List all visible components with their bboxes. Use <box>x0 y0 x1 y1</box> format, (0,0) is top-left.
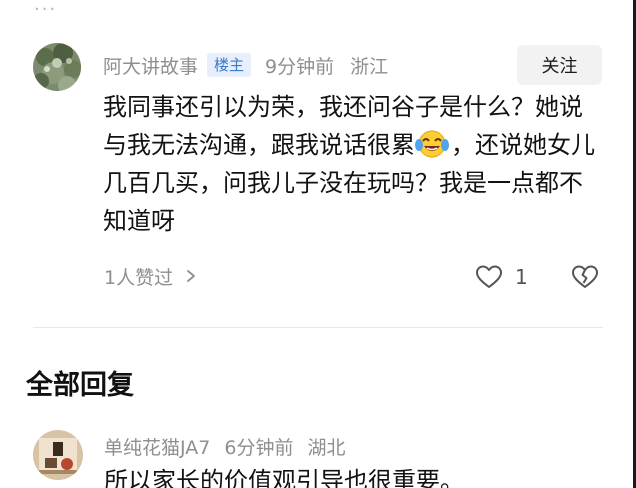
reply-location: 湖北 <box>307 436 346 459</box>
op-badge: 楼主 <box>207 53 252 77</box>
replies-section-title: 全部回复 <box>26 370 134 401</box>
reply-meta: 单纯花猫JA7 6分钟前 湖北 <box>104 432 359 460</box>
follow-button[interactable]: 关注 <box>517 45 602 85</box>
reply-username[interactable]: 单纯花猫JA7 <box>104 433 210 460</box>
username[interactable]: 阿大讲故事 <box>103 52 198 79</box>
like-button[interactable]: 1 <box>475 262 528 292</box>
likes-count-text: 1人赞过 <box>104 266 174 289</box>
reply-time: 6分钟前 <box>224 436 294 459</box>
broken-heart-icon[interactable] <box>571 264 599 290</box>
heart-icon <box>476 265 502 288</box>
comment-meta: 阿大讲故事 楼主 9分钟前 浙江 <box>103 51 388 79</box>
like-count: 1 <box>515 265 528 289</box>
reply-text: 所以家长的价值观引导也很重要。 <box>104 467 464 488</box>
comment-time: 9分钟前 <box>265 55 335 78</box>
likes-summary[interactable]: 1人赞过 <box>104 262 197 290</box>
avatar[interactable] <box>33 43 81 91</box>
comment-location: 浙江 <box>350 55 389 78</box>
reply-avatar[interactable] <box>33 430 83 480</box>
comment-text: 我同事还引以为荣，我还问谷子是什么？她说与我无法沟通，跟我说话很累 ，还说她女儿… <box>103 88 595 240</box>
divider <box>33 327 603 328</box>
comment-thread-page: ... 阿大讲故事 楼主 9分钟前 浙江 关注 我同事还引以为荣，我还问谷子是什… <box>0 0 636 488</box>
avatar-plant-image <box>33 43 81 91</box>
reply-avatar-image <box>33 430 83 480</box>
crying-laughing-emoji-icon <box>415 130 449 158</box>
top-ellipsis: ... <box>34 0 58 15</box>
chevron-right-icon <box>187 270 195 282</box>
